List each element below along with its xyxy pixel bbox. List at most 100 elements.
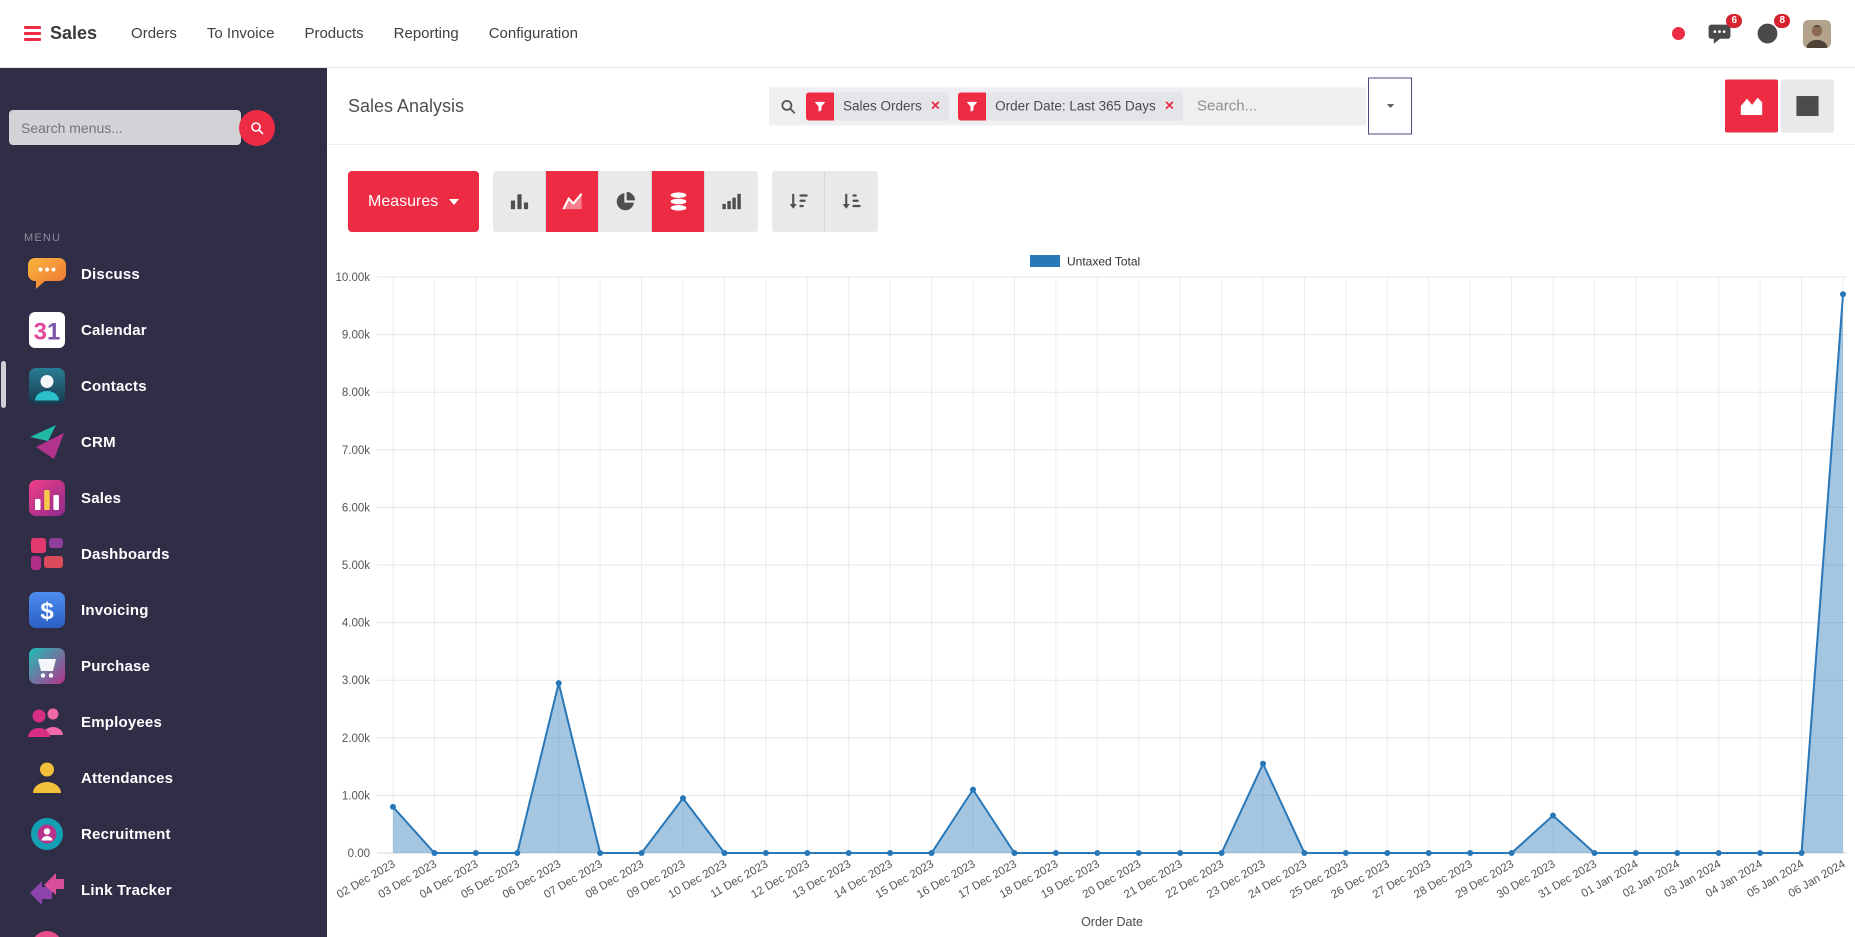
data-point[interactable]: [1840, 291, 1846, 298]
sidebar-item-recruitment[interactable]: Recruitment: [0, 806, 327, 862]
data-point[interactable]: [1094, 850, 1101, 856]
svg-text:8.00k: 8.00k: [342, 387, 370, 399]
topbar-menu-orders[interactable]: Orders: [131, 25, 177, 42]
facet-remove-button[interactable]: ×: [931, 98, 949, 114]
messages-button[interactable]: 6: [1707, 13, 1742, 47]
sidebar-scrollbar-thumb[interactable]: [1, 361, 6, 408]
topbar-menu-products[interactable]: Products: [304, 25, 363, 42]
cumulative-icon: [720, 190, 743, 213]
data-point[interactable]: [1135, 850, 1142, 856]
sidebar-item-contacts[interactable]: Contacts: [0, 358, 327, 414]
data-point[interactable]: [431, 850, 438, 856]
user-avatar[interactable]: [1803, 19, 1831, 48]
data-point[interactable]: [638, 850, 645, 856]
sidebar-item-discuss[interactable]: Discuss: [0, 246, 327, 302]
data-point[interactable]: [1052, 850, 1059, 856]
facet-filter-badge: [806, 92, 834, 120]
data-point[interactable]: [1425, 850, 1432, 856]
sidebar-item-invoicing[interactable]: $ Invoicing: [0, 582, 327, 638]
sidebar-item-sales[interactable]: Sales: [0, 470, 327, 526]
data-point[interactable]: [762, 850, 769, 856]
data-point[interactable]: [1715, 850, 1722, 856]
employees-icon: [26, 701, 68, 743]
search-options-toggle[interactable]: [1368, 77, 1412, 135]
sidebar-item-link-tracker[interactable]: Link Tracker: [0, 862, 327, 918]
data-point[interactable]: [845, 850, 852, 856]
data-point[interactable]: [1011, 850, 1018, 856]
data-point[interactable]: [928, 850, 935, 856]
sort-ascending-button[interactable]: [825, 171, 879, 232]
apps-menu[interactable]: Sales: [24, 23, 97, 44]
sidebar-item-label: Calendar: [81, 321, 147, 339]
facet-remove-button[interactable]: ×: [1165, 98, 1183, 114]
bar-chart-button[interactable]: [493, 171, 547, 232]
stacked-button[interactable]: [652, 171, 706, 232]
search-field[interactable]: Sales Orders × Order Date: Last 365 Days × …: [769, 87, 1366, 125]
sort-ascending-icon: [840, 190, 863, 213]
crm-icon: [26, 421, 68, 463]
control-panel: Sales Analysis Sales Orders × Order Date: …: [327, 68, 1855, 145]
data-point[interactable]: [680, 795, 686, 802]
pivot-view-button[interactable]: [1781, 79, 1834, 133]
discuss-icon: [26, 253, 68, 295]
measures-button[interactable]: Measures: [348, 171, 480, 232]
data-point[interactable]: [1260, 760, 1266, 767]
data-point[interactable]: [1342, 850, 1349, 856]
app-name[interactable]: Sales: [50, 23, 97, 44]
filter-icon: [965, 99, 979, 113]
topbar: Sales Orders To Invoice Products Reporting C…: [0, 0, 1855, 68]
line-chart-button[interactable]: [546, 171, 600, 232]
data-point[interactable]: [1177, 850, 1184, 856]
data-point[interactable]: [1674, 850, 1681, 856]
sidebar-item-purchase[interactable]: Purchase: [0, 638, 327, 694]
topbar-menu-to-invoice[interactable]: To Invoice: [207, 25, 275, 42]
sidebar-item-clipped[interactable]: [0, 918, 327, 937]
menu-section-label: MENU: [24, 232, 62, 244]
svg-text:31: 31: [34, 319, 61, 346]
chart-type-group: [493, 171, 759, 232]
data-point[interactable]: [1550, 812, 1556, 819]
data-point[interactable]: [555, 680, 562, 687]
sidebar-app-list: Discuss 31 Calendar Contacts CRM Sales Dashboa…: [0, 246, 327, 937]
activities-button[interactable]: 8: [1755, 13, 1790, 47]
svg-text:1.00k: 1.00k: [342, 790, 370, 802]
pie-chart-button[interactable]: [599, 171, 653, 232]
sidebar-item-crm[interactable]: CRM: [0, 414, 327, 470]
data-point[interactable]: [804, 850, 811, 856]
data-point[interactable]: [1757, 850, 1764, 856]
sidebar-item-calendar[interactable]: 31 Calendar: [0, 302, 327, 358]
sidebar-search-button[interactable]: [239, 110, 275, 146]
sort-descending-icon: [787, 190, 810, 213]
data-point[interactable]: [1467, 850, 1474, 856]
messages-badge: 6: [1726, 13, 1742, 28]
data-point[interactable]: [970, 786, 976, 793]
data-point[interactable]: [1301, 850, 1308, 856]
sidebar-item-attendances[interactable]: Attendances: [0, 750, 327, 806]
svg-text:7.00k: 7.00k: [342, 445, 370, 457]
sidebar-search-input[interactable]: [9, 110, 241, 145]
data-point[interactable]: [1218, 850, 1225, 856]
data-point[interactable]: [1508, 850, 1515, 856]
sidebar-item-employees[interactable]: Employees: [0, 694, 327, 750]
data-point[interactable]: [1384, 850, 1391, 856]
data-point[interactable]: [1632, 850, 1639, 856]
hamburger-icon[interactable]: [24, 26, 41, 41]
data-point[interactable]: [514, 850, 521, 856]
graph-view-button[interactable]: [1725, 79, 1778, 133]
topbar-menu-reporting[interactable]: Reporting: [394, 25, 459, 42]
data-point[interactable]: [1591, 850, 1598, 856]
systray: 6 8: [1672, 13, 1831, 48]
sidebar-item-label: Attendances: [81, 769, 174, 787]
data-point[interactable]: [887, 850, 894, 856]
sidebar-item-dashboards[interactable]: Dashboards: [0, 526, 327, 582]
main-content: Sales Analysis Sales Orders × Order Date: …: [327, 68, 1855, 937]
topbar-menu-configuration[interactable]: Configuration: [489, 25, 578, 42]
data-point[interactable]: [390, 803, 396, 810]
sort-descending-button[interactable]: [772, 171, 826, 232]
data-point[interactable]: [721, 850, 728, 856]
cumulative-button[interactable]: [705, 171, 759, 232]
series-line: [392, 294, 1844, 854]
data-point[interactable]: [597, 850, 604, 856]
data-point[interactable]: [472, 850, 479, 856]
data-point[interactable]: [1798, 850, 1805, 856]
